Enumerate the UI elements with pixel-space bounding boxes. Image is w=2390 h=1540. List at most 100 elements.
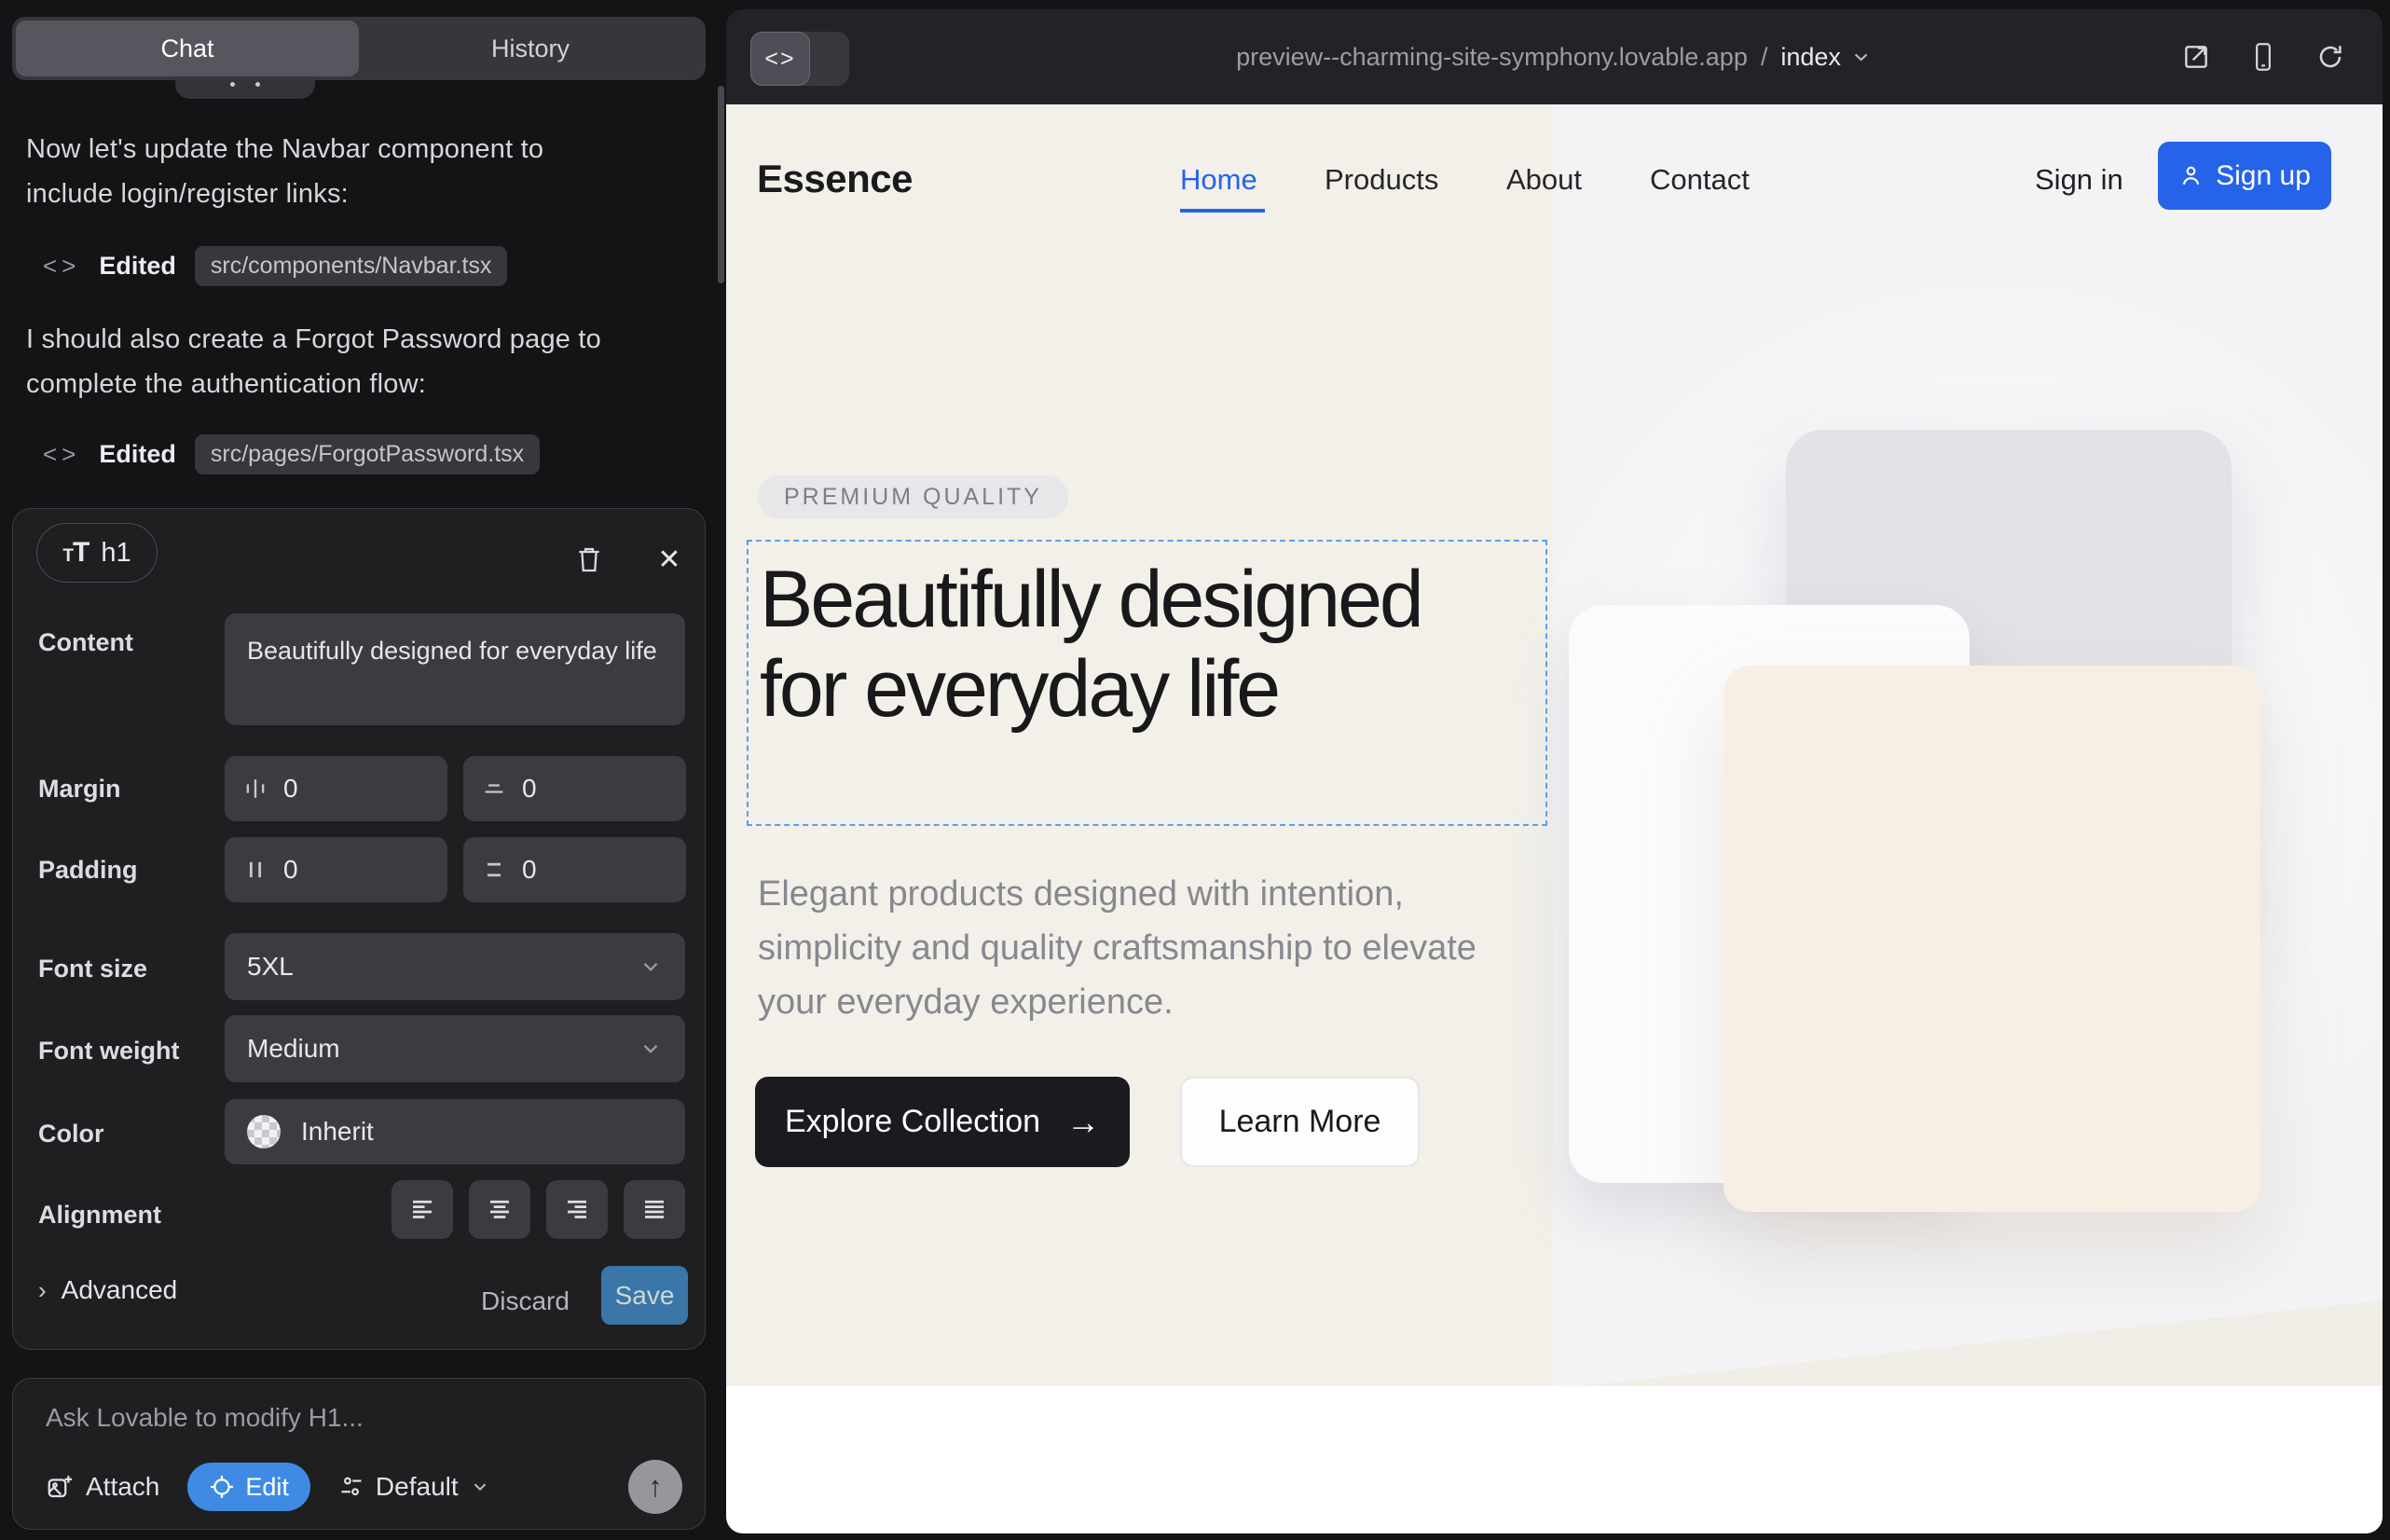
mobile-view-button[interactable]: [2246, 40, 2280, 74]
premium-quality-badge: PREMIUM QUALITY: [758, 475, 1068, 518]
font-weight-select[interactable]: Medium: [225, 1015, 685, 1082]
typography-icon: TT: [62, 537, 89, 569]
preview-browser-frame: <> preview--charming-site-symphony.lovab…: [726, 9, 2383, 1533]
delete-element-button[interactable]: [570, 541, 608, 578]
explore-collection-button[interactable]: Explore Collection →: [755, 1077, 1130, 1167]
refresh-icon: [2315, 42, 2345, 72]
url-domain: preview--charming-site-symphony.lovable.…: [1236, 43, 1748, 72]
element-tag-name: h1: [101, 538, 130, 569]
align-justify-button[interactable]: [624, 1180, 685, 1239]
chat-history-tabs: Chat History: [12, 17, 706, 80]
color-select[interactable]: Inherit: [225, 1099, 685, 1164]
decor-card-cream: [1724, 666, 2260, 1212]
refresh-button[interactable]: [2314, 40, 2347, 74]
margin-vertical-icon: [481, 776, 507, 802]
padding-horizontal-icon: [242, 857, 268, 883]
sign-up-button[interactable]: Sign up: [2158, 142, 2331, 210]
align-right-icon: [562, 1196, 592, 1224]
padding-label: Padding: [38, 856, 138, 885]
alignment-label: Alignment: [38, 1201, 161, 1230]
assistant-message: Now let's update the Navbar component to…: [26, 127, 627, 216]
chat-panel: Chat History Now let's update the Navbar…: [0, 0, 725, 1540]
assistant-message: I should also create a Forgot Password p…: [26, 317, 627, 406]
composer-input[interactable]: [46, 1403, 661, 1450]
align-justify-icon: [639, 1196, 669, 1224]
alignment-group: [225, 1180, 685, 1239]
align-center-button[interactable]: [469, 1180, 530, 1239]
element-editor-panel: TT h1 ✕ Content Beautifully designed for…: [12, 508, 706, 1350]
code-preview-toggle: <>: [750, 32, 849, 86]
save-button[interactable]: Save: [601, 1266, 688, 1325]
file-chip-navbar[interactable]: src/components/Navbar.tsx: [195, 246, 508, 286]
chat-composer: Attach Edit Default: [12, 1378, 706, 1530]
tab-chat[interactable]: Chat: [16, 21, 359, 76]
chevron-down-icon: [470, 1477, 490, 1497]
content-field: Beautifully designed for everyday life: [225, 613, 685, 725]
edit-mode-button[interactable]: Edit: [187, 1463, 310, 1511]
site-logo[interactable]: Essence: [757, 157, 913, 201]
open-in-new-tab-button[interactable]: [2179, 40, 2213, 74]
browser-chrome: <> preview--charming-site-symphony.lovab…: [726, 9, 2383, 104]
edited-label: Edited: [99, 440, 176, 469]
align-left-button[interactable]: [391, 1180, 453, 1239]
code-toggle-button[interactable]: <>: [750, 32, 810, 86]
edited-label: Edited: [99, 252, 176, 281]
font-size-label: Font size: [38, 955, 147, 983]
browser-actions: [2179, 9, 2347, 104]
code-icon: <>: [43, 252, 80, 281]
align-left-icon: [407, 1196, 437, 1224]
chevron-right-icon: ›: [38, 1276, 47, 1305]
code-icon: <>: [43, 440, 80, 469]
close-editor-button[interactable]: ✕: [651, 541, 688, 578]
tab-history[interactable]: History: [359, 21, 702, 76]
element-selection-outline: Beautifully designed for everyday life: [747, 540, 1547, 826]
padding-vertical-icon: [481, 857, 507, 883]
chevron-down-icon: [1850, 46, 1873, 68]
attach-button[interactable]: Attach: [46, 1472, 159, 1502]
learn-more-button[interactable]: Learn More: [1180, 1077, 1420, 1167]
url-page: index: [1780, 43, 1841, 72]
code-icon: <>: [764, 46, 795, 73]
attach-image-icon: [46, 1473, 74, 1501]
nav-link-products[interactable]: Products: [1325, 163, 1438, 197]
nav-link-about[interactable]: About: [1506, 163, 1582, 197]
site-viewport: Essence Home Products About Contact Sign…: [726, 104, 2383, 1533]
hero-background: Essence Home Products About Contact Sign…: [726, 104, 2383, 1386]
url-bar[interactable]: preview--charming-site-symphony.lovable.…: [1236, 9, 1873, 104]
external-link-icon: [2181, 42, 2211, 72]
padding-y-input[interactable]: 0: [463, 837, 686, 902]
mode-selector[interactable]: Default: [338, 1472, 490, 1502]
sliders-icon: [338, 1474, 364, 1500]
font-size-select[interactable]: 5XL: [225, 933, 685, 1000]
hero-paragraph: Elegant products designed with intention…: [758, 867, 1550, 1029]
chat-scrollbar[interactable]: [718, 86, 724, 283]
hero-heading[interactable]: Beautifully designed for everyday life: [760, 555, 1487, 734]
align-right-button[interactable]: [546, 1180, 608, 1239]
content-input[interactable]: Beautifully designed for everyday life: [247, 632, 663, 707]
align-center-icon: [485, 1196, 515, 1224]
nav-link-home[interactable]: Home: [1180, 163, 1257, 197]
send-button[interactable]: ↑: [628, 1460, 682, 1514]
padding-x-input[interactable]: 0: [225, 837, 447, 902]
margin-x-input[interactable]: 0: [225, 756, 447, 821]
url-separator: /: [1761, 43, 1768, 72]
color-label: Color: [38, 1120, 104, 1148]
chevron-down-icon: [639, 1037, 663, 1061]
nav-home-underline: [1180, 209, 1265, 213]
nav-link-contact[interactable]: Contact: [1650, 163, 1750, 197]
user-icon: [2178, 163, 2204, 188]
discard-button[interactable]: Discard: [481, 1275, 570, 1327]
sign-in-button[interactable]: Sign in: [2035, 163, 2123, 197]
trash-icon: [574, 543, 604, 575]
edited-file-row: <> Edited src/pages/ForgotPassword.tsx: [43, 433, 540, 475]
arrow-right-icon: →: [1066, 1103, 1100, 1142]
target-icon: [209, 1474, 235, 1500]
margin-y-input[interactable]: 0: [463, 756, 686, 821]
site-navbar: Essence Home Products About Contact Sign…: [726, 104, 2383, 244]
margin-horizontal-icon: [242, 776, 268, 802]
arrow-up-icon: ↑: [648, 1470, 663, 1504]
advanced-toggle[interactable]: › Advanced: [38, 1275, 177, 1305]
file-chip-forgot-password[interactable]: src/pages/ForgotPassword.tsx: [195, 434, 540, 474]
mobile-phone-icon: [2249, 41, 2277, 73]
composer-toolbar: Attach Edit Default: [46, 1460, 682, 1514]
